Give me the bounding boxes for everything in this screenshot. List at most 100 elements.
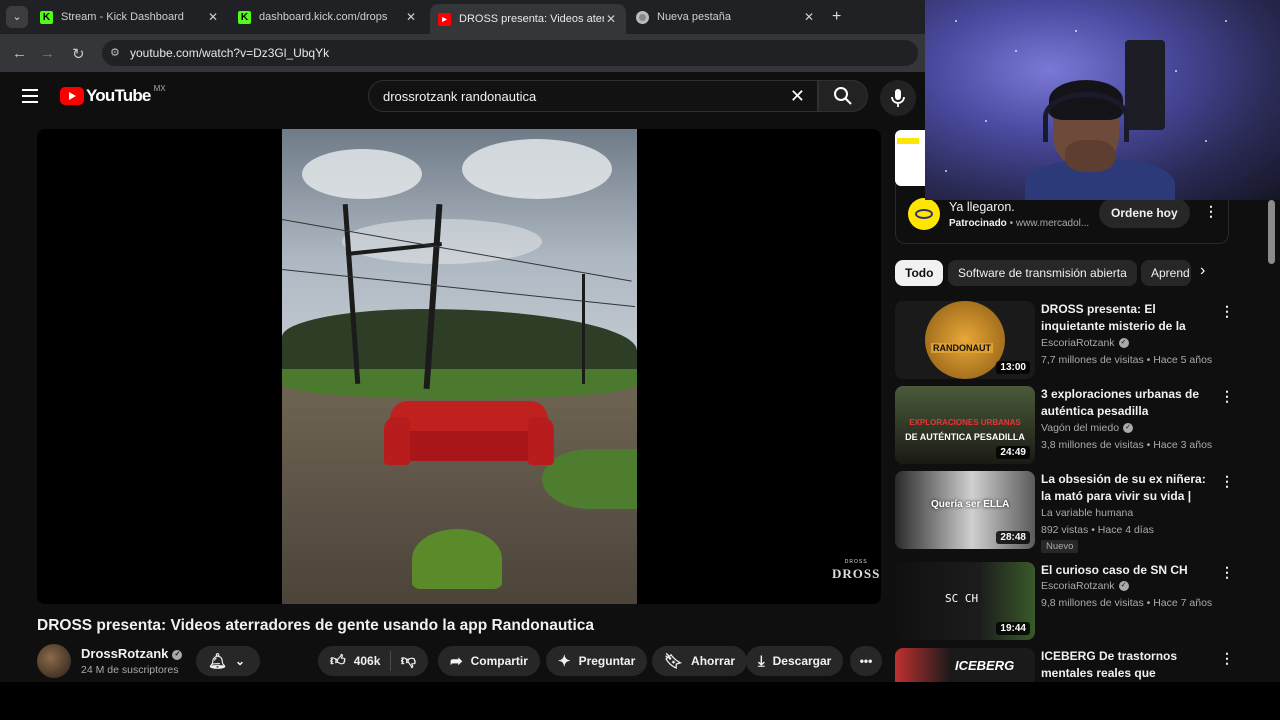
channel-name[interactable]: DrossRotzank — [81, 646, 168, 661]
tab-title: Nueva pestaña — [657, 11, 731, 23]
more-actions-button[interactable]: ••• — [850, 646, 882, 676]
rec-title[interactable]: 3 exploraciones urbanas de auténtica pes… — [1041, 386, 1215, 420]
share-icon: ➦ — [450, 653, 463, 670]
bookmark-icon: 🔖︎ — [664, 653, 684, 670]
kick-icon: K — [40, 10, 53, 24]
recommendation-item[interactable]: RANDONAUT 13:00 DROSS presenta: El inqui… — [895, 301, 1235, 381]
recommendation-item[interactable]: ICEBERG ICEBERG De trastornos mentales r… — [895, 648, 1235, 682]
sidebar-scrollbar[interactable]: ▲ ▼ — [1268, 190, 1276, 720]
rec-channel[interactable]: La variable humana — [1041, 507, 1133, 519]
channel-avatar[interactable] — [37, 644, 71, 678]
watermark-big: DROSS — [832, 566, 881, 581]
like-count[interactable]: 406k — [354, 654, 381, 668]
url-text: youtube.com/watch?v=Dz3Gl_UbqYk — [130, 46, 330, 60]
browser-tab-new[interactable]: Nueva pestaña ✕ — [628, 4, 824, 30]
hamburger-menu-icon[interactable] — [22, 89, 38, 107]
ask-button[interactable]: ✦ Preguntar — [546, 646, 648, 676]
rec-title[interactable]: El curioso caso de SN CH — [1041, 562, 1215, 579]
rec-channel[interactable]: EscoriaRotzank ✓ — [1041, 337, 1129, 349]
video-thumbnail[interactable]: EXPLORACIONES URBANAS DE AUTÉNTICA PESAD… — [895, 386, 1035, 464]
search-button[interactable] — [818, 80, 868, 112]
thumb-text: Quería ser ELLA — [931, 499, 1010, 510]
recommendation-item[interactable]: Quería ser ELLA 28:48 La obsesión de su … — [895, 471, 1235, 559]
recommendation-item[interactable]: SC CH 19:44 El curioso caso de SN CH Esc… — [895, 562, 1235, 642]
chip-learn[interactable]: Aprend — [1141, 260, 1191, 286]
close-icon[interactable]: ✕ — [802, 10, 816, 24]
browser-tab-kick-drops[interactable]: K dashboard.kick.com/drops ✕ — [230, 4, 426, 30]
video-thumbnail[interactable]: RANDONAUT 13:00 — [895, 301, 1035, 379]
close-icon[interactable]: ✕ — [206, 10, 220, 24]
thumbs-up-icon[interactable]: 👍︎ — [330, 652, 346, 670]
tab-list-button[interactable]: ⌄ — [6, 6, 28, 28]
thumb-text: SC CH — [945, 592, 979, 605]
scrollbar-thumb[interactable] — [1268, 200, 1275, 264]
bell-icon: 🔔︎ — [208, 653, 228, 670]
new-tab-button[interactable]: + — [832, 8, 841, 26]
verified-check-icon: ✓ — [1123, 423, 1134, 434]
ad-title: Ya llegaron. — [949, 200, 1015, 214]
recommendation-item[interactable]: EXPLORACIONES URBANAS DE AUTÉNTICA PESAD… — [895, 386, 1235, 466]
ad-cta-button[interactable]: Ordene hoy — [1099, 198, 1190, 228]
more-vertical-icon[interactable]: ⋮ — [1220, 303, 1234, 320]
more-horizontal-icon: ••• — [859, 654, 873, 668]
back-arrow-icon[interactable]: ← — [12, 45, 27, 62]
thumbs-down-icon[interactable]: 👎︎ — [401, 652, 416, 670]
video-thumbnail[interactable]: ICEBERG — [895, 648, 1035, 682]
ad-subtitle: Patrocinado • www.mercadol... — [949, 218, 1090, 229]
clear-search-icon[interactable]: ✕ — [790, 86, 805, 107]
sparkle-icon: ✦ — [558, 653, 571, 670]
channel-name-row[interactable]: DrossRotzank ✓ — [81, 646, 183, 661]
video-duration: 24:49 — [996, 446, 1030, 459]
video-thumbnail[interactable]: SC CH 19:44 — [895, 562, 1035, 640]
more-vertical-icon[interactable]: ⋮ — [1204, 203, 1218, 220]
save-button[interactable]: 🔖︎ Ahorrar — [652, 646, 748, 676]
video-player[interactable]: DROSS DROSS — [37, 129, 881, 604]
close-icon[interactable]: ✕ — [404, 10, 418, 24]
headset — [1043, 92, 1129, 142]
search-input[interactable]: drossrotzank randonautica ✕ — [368, 80, 818, 112]
share-label: Compartir — [470, 654, 528, 668]
youtube-logo[interactable]: YouTube MX — [60, 83, 166, 106]
country-code: MX — [153, 83, 166, 93]
reload-icon[interactable]: ↻ — [72, 45, 85, 63]
more-vertical-icon[interactable]: ⋮ — [1220, 473, 1234, 490]
rec-title[interactable]: ICEBERG De trastornos mentales reales qu… — [1041, 648, 1215, 682]
chip-open-streaming-software[interactable]: Software de transmisión abierta — [948, 260, 1137, 286]
more-vertical-icon[interactable]: ⋮ — [1220, 388, 1234, 405]
new-badge: Nuevo — [1041, 540, 1079, 553]
video-frame — [282, 129, 637, 604]
rec-channel[interactable]: EscoriaRotzank ✓ — [1041, 580, 1129, 592]
more-vertical-icon[interactable]: ⋮ — [1220, 564, 1234, 581]
chevron-right-icon[interactable]: › — [1200, 262, 1205, 280]
video-duration: 28:48 — [996, 531, 1030, 544]
thumb-text: EXPLORACIONES URBANAS — [909, 418, 1021, 427]
rec-meta: 9,8 millones de visitas • Hace 7 años — [1041, 597, 1213, 609]
url-field[interactable]: ⚙ youtube.com/watch?v=Dz3Gl_UbqYk — [102, 40, 918, 66]
video-duration: 19:44 — [996, 622, 1030, 635]
browser-tab-kick-dashboard[interactable]: K Stream - Kick Dashboard ✕ — [32, 4, 228, 30]
rec-channel[interactable]: Vagón del miedo ✓ — [1041, 422, 1134, 434]
more-vertical-icon[interactable]: ⋮ — [1220, 650, 1234, 667]
search-query: drossrotzank randonautica — [383, 88, 537, 104]
video-thumbnail[interactable]: Quería ser ELLA 28:48 — [895, 471, 1035, 549]
rec-meta: 7,7 millones de visitas • Hace 5 años — [1041, 354, 1213, 366]
notifications-button[interactable]: 🔔︎ ⌄ — [196, 646, 260, 676]
subscriber-count: 24 M de suscriptores — [81, 664, 179, 676]
rec-meta: 892 vistas • Hace 4 días — [1041, 524, 1154, 536]
ad-thumbnail[interactable] — [895, 130, 925, 186]
rec-channel-name: Vagón del miedo — [1041, 422, 1120, 434]
verified-check-icon: ✓ — [1118, 581, 1129, 592]
forward-arrow-icon[interactable]: → — [40, 45, 55, 62]
rec-title[interactable]: DROSS presenta: El inquietante misterio … — [1041, 301, 1215, 335]
browser-tab-youtube[interactable]: ▶ DROSS presenta: Videos aterradores ✕ — [430, 4, 626, 34]
share-button[interactable]: ➦ Compartir — [438, 646, 540, 676]
rec-title[interactable]: La obsesión de su ex niñera: la mató par… — [1041, 471, 1215, 505]
chip-all[interactable]: Todo — [895, 260, 944, 286]
kick-icon: K — [238, 10, 251, 24]
download-button[interactable]: ⤓ Descargar — [746, 646, 844, 676]
browser-tab-bar: ⌄ K Stream - Kick Dashboard ✕ K dashboar… — [0, 0, 925, 34]
voice-search-button[interactable] — [880, 80, 916, 116]
youtube-play-icon — [60, 87, 84, 105]
close-icon[interactable]: ✕ — [604, 12, 618, 26]
site-info-icon[interactable]: ⚙ — [110, 46, 120, 59]
